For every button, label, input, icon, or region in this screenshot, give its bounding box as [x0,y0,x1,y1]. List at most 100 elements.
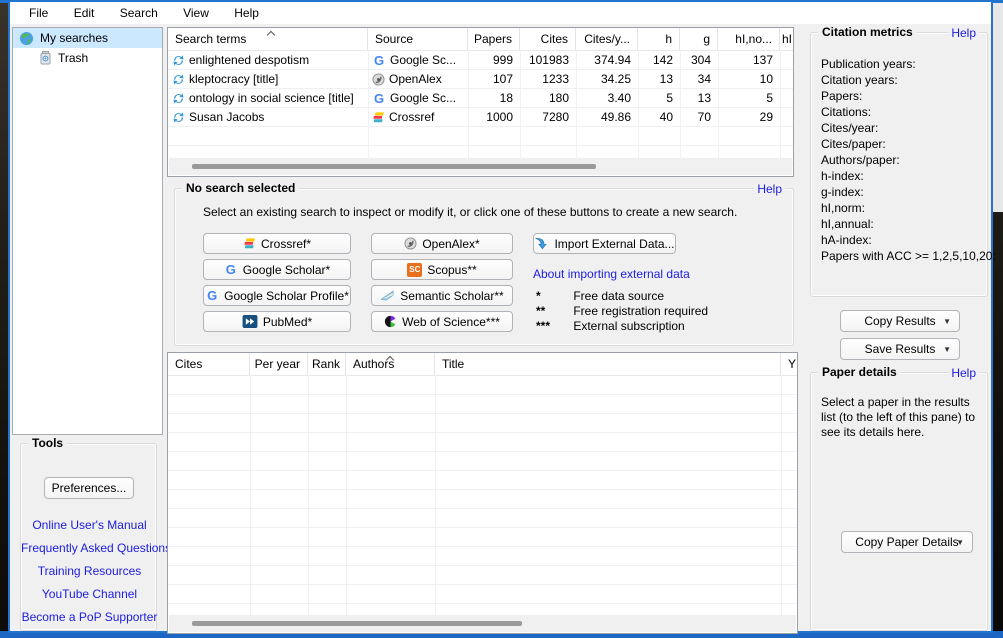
gridline [520,50,521,158]
sort-asc-icon [268,30,275,37]
col-cites-per-year[interactable]: Cites/y... [576,28,638,50]
scopus-button[interactable]: SC Scopus** [371,259,513,280]
link-become-pop-supporter[interactable]: Become a PoP Supporter [21,610,158,624]
gridline [346,375,347,615]
no-search-selected-title: No search selected [182,181,299,195]
col-source[interactable]: Source [368,28,468,50]
menu-help[interactable]: Help [223,2,270,25]
gridline [718,50,719,158]
col-title[interactable]: Title [435,353,781,375]
openalex-icon [372,73,385,86]
empty-row [168,509,797,528]
scrollbar-thumb[interactable] [192,164,596,169]
scopus-icon: SC [407,263,422,277]
refresh-icon [172,73,185,86]
metric-papers: Papers: [821,89,862,103]
col-h[interactable]: h [638,28,680,50]
legend-free-data-source: * Free data source [536,289,664,303]
col-authors[interactable]: Authors [346,353,435,375]
col-papers[interactable]: Papers [468,28,520,50]
copy-paper-details-button[interactable]: Copy Paper Details ▼ [841,531,973,553]
gridline [368,50,369,158]
pubmed-icon [242,315,258,328]
empty-row [168,395,797,414]
col-hi-norm[interactable]: hI,no... [718,28,780,50]
empty-row [168,490,797,509]
metric-cites-year: Cites/year: [821,121,878,135]
help-link[interactable]: Help [948,26,979,40]
searches-table-hscrollbar[interactable] [169,158,792,175]
about-importing-link[interactable]: About importing external data [533,267,690,281]
empty-row [168,433,797,452]
legend-external-subscription: *** External subscription [536,319,685,333]
web-of-science-button[interactable]: Web of Science*** [371,311,513,332]
col-g[interactable]: g [680,28,718,50]
col-cites[interactable]: Cites [168,353,250,375]
col-rank[interactable]: Rank [308,353,346,375]
metric-citation-years: Citation years: [821,73,898,87]
google-scholar-icon: G [372,51,386,70]
empty-row [168,414,797,433]
preferences-button[interactable]: Preferences... [44,477,134,499]
help-link[interactable]: Help [754,182,785,196]
web-of-science-icon [384,315,397,328]
metric-hi-annual: hI,annual: [821,217,874,231]
search-row-ontology[interactable]: ontology in social science [title] G Goo… [168,89,793,108]
menu-edit[interactable]: Edit [63,2,106,25]
crossref-button[interactable]: Crossref* [203,233,351,254]
publish-or-perish-window: File Edit Search View Help My searches T… [8,0,993,633]
google-scholar-button[interactable]: G Google Scholar* [203,259,351,280]
metric-hi-norm: hI,norm: [821,201,865,215]
menu-file[interactable]: File [18,2,59,25]
col-year[interactable]: Y [781,353,797,375]
searches-table: Search terms Source Papers Cites Cites/y… [167,27,794,177]
search-row-susan-jacobs[interactable]: Susan Jacobs Crossref 1000 7280 49.86 40… [168,108,793,127]
refresh-icon [172,111,185,124]
link-frequently-asked-questions[interactable]: Frequently Asked Questions [21,541,158,555]
gridline [250,375,251,615]
semantic-scholar-button[interactable]: Semantic Scholar** [371,285,513,306]
menu-search[interactable]: Search [109,2,169,25]
tools-group: Tools Preferences... Online User's Manua… [20,443,157,631]
empty-row [168,528,797,547]
semantic-scholar-icon [380,289,395,302]
openalex-button[interactable]: OpenAlex* [371,233,513,254]
empty-row [168,547,797,566]
results-table-hscrollbar[interactable] [169,615,796,632]
citation-metrics-group: Citation metrics Help Publication years:… [810,32,988,297]
copy-results-button[interactable]: Copy Results ▼ [840,310,960,332]
crossref-icon [372,111,385,124]
import-external-data-button[interactable]: Import External Data... [533,233,676,254]
tree-item-label: Trash [58,51,88,65]
metric-citations: Citations: [821,105,871,119]
menu-view[interactable]: View [172,2,220,25]
import-arrow-icon [534,237,549,250]
col-per-year[interactable]: Per year [250,353,308,375]
tree-item-my-searches[interactable]: My searches [13,28,162,48]
metric-h-index: h-index: [821,169,864,183]
google-scholar-profile-button[interactable]: G Google Scholar Profile* [203,285,351,306]
link-youtube-channel[interactable]: YouTube Channel [21,587,158,601]
trash-icon [39,51,52,65]
col-search-terms[interactable]: Search terms [168,28,368,50]
save-results-button[interactable]: Save Results ▼ [840,338,960,360]
searches-table-header: Search terms Source Papers Cites Cites/y… [168,28,793,51]
legend-free-registration: ** Free registration required [536,304,708,318]
gridline [781,375,782,615]
link-training-resources[interactable]: Training Resources [21,564,158,578]
empty-row [168,566,797,585]
results-table: Cites Per year Rank Authors Title Y [167,352,798,634]
tree-item-trash[interactable]: Trash [13,48,162,68]
scrollbar-thumb[interactable] [192,621,522,626]
gridline [680,50,681,158]
search-row-enlightened-despotism[interactable]: enlightened despotism G Google Sc... 999… [168,51,793,70]
metric-publication-years: Publication years: [821,57,916,71]
empty-row [168,376,797,395]
help-link[interactable]: Help [948,366,979,380]
pubmed-button[interactable]: PubMed* [203,311,351,332]
link-online-users-manual[interactable]: Online User's Manual [21,518,158,532]
empty-row [168,452,797,471]
search-row-kleptocracy[interactable]: kleptocracy [title] OpenAlex 107 1233 34… [168,70,793,89]
col-hi-annual[interactable]: hI,a [780,28,793,50]
col-cites[interactable]: Cites [520,28,576,50]
